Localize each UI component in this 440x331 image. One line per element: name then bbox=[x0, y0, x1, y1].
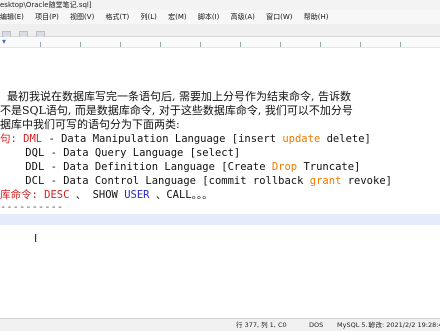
menu-view[interactable]: 视图(V) bbox=[70, 13, 94, 21]
drop-keyword: Drop bbox=[271, 161, 298, 173]
menu-window[interactable]: 窗口(W) bbox=[266, 13, 292, 21]
window-title: esktop\Oracle随堂笔记.sql] bbox=[0, 0, 440, 10]
editor-line: 最初我说在数据库写完一条语句后, 需要加上分号作为结束命令, 告诉数 bbox=[0, 90, 351, 103]
menu-column[interactable]: 列(L) bbox=[141, 13, 157, 21]
ruler-tick bbox=[280, 42, 281, 47]
ddl-end: Truncate] bbox=[297, 161, 361, 173]
line-ending: DOS bbox=[309, 321, 324, 329]
dcl-end: revoke] bbox=[341, 175, 392, 187]
menu-project[interactable]: 项目(P) bbox=[35, 13, 59, 21]
column-ruler: ▾ bbox=[0, 37, 440, 48]
text-cursor-icon: I bbox=[34, 232, 38, 245]
dml-abbr: DML bbox=[23, 133, 43, 145]
text-editor[interactable]: 最初我说在数据库写完一条语句后, 需要加上分号作为结束命令, 告诉数 不是SQL… bbox=[0, 48, 440, 318]
dml-end: delete] bbox=[320, 133, 371, 145]
ruler-marker-icon: ▾ bbox=[2, 37, 7, 46]
cmd-sep1: 、 SHOW bbox=[75, 189, 125, 201]
status-bar: 行 377, 列 1, C0 DOS MySQL 5.1 修改: 2021/2/… bbox=[0, 318, 440, 331]
ruler-tick bbox=[200, 42, 201, 47]
dml-prefix: 句: bbox=[0, 133, 17, 145]
menu-macro[interactable]: 宏(M) bbox=[168, 13, 187, 21]
ddl-indent bbox=[0, 161, 25, 173]
dml-text: - Data Manipulation Language [insert bbox=[42, 133, 283, 145]
ruler-tick bbox=[160, 42, 161, 47]
menu-script[interactable]: 脚本(I) bbox=[198, 13, 220, 21]
ruler-tick bbox=[240, 42, 241, 47]
editor-line: 据库中我们可写的语句分为下面两类: bbox=[0, 118, 180, 131]
editor-line-dml: 句: DML - Data Manipulation Language [ins… bbox=[0, 132, 371, 146]
cmd-sep2: 、CALL。。。 bbox=[149, 189, 213, 201]
dcl-indent bbox=[0, 175, 25, 187]
grant-keyword: grant bbox=[309, 175, 342, 187]
ruler-tick bbox=[80, 42, 81, 47]
editor-line-dashes: ---------- bbox=[0, 201, 64, 213]
syntax-mode: MySQL 5.1 bbox=[337, 321, 372, 329]
toolbar bbox=[0, 24, 440, 39]
ddl-text: DDL - Data Definition Language [Create bbox=[25, 161, 272, 173]
ruler-tick bbox=[400, 42, 401, 47]
dcl-text: DCL - Data Control Language [commit roll… bbox=[25, 175, 310, 187]
editor-line-ddl: DDL - Data Definition Language [Create D… bbox=[0, 160, 360, 174]
dql-indent bbox=[0, 147, 25, 159]
editor-line-dql: DQL - Data Query Language [select] bbox=[0, 146, 240, 160]
modified-time: 修改: 2021/2/2 19:28:49 bbox=[369, 321, 440, 329]
ruler-tick bbox=[40, 42, 41, 47]
menu-help[interactable]: 帮助(H) bbox=[304, 13, 329, 21]
menu-bar: 编辑(E) 项目(P) 视图(V) 格式(T) 列(L) 宏(M) 脚本(I) … bbox=[0, 10, 440, 24]
ruler-tick bbox=[360, 42, 361, 47]
ruler-tick bbox=[120, 42, 121, 47]
dql-text: DQL - Data Query Language [select] bbox=[25, 147, 241, 159]
current-line-highlight bbox=[0, 214, 440, 225]
editor-line: 不是SQL语句, 而是数据库命令, 对于这些数据库命令, 我们可以不加分号 bbox=[0, 104, 353, 117]
update-keyword: update bbox=[282, 133, 321, 145]
cursor-position: 行 377, 列 1, C0 bbox=[236, 321, 287, 329]
menu-edit[interactable]: 编辑(E) bbox=[0, 13, 24, 21]
menu-advanced[interactable]: 高级(A) bbox=[231, 13, 255, 21]
ruler-tick bbox=[320, 42, 321, 47]
menu-format[interactable]: 格式(T) bbox=[106, 13, 130, 21]
editor-line-dcl: DCL - Data Control Language [commit roll… bbox=[0, 174, 392, 188]
user-keyword: USER bbox=[124, 189, 150, 201]
